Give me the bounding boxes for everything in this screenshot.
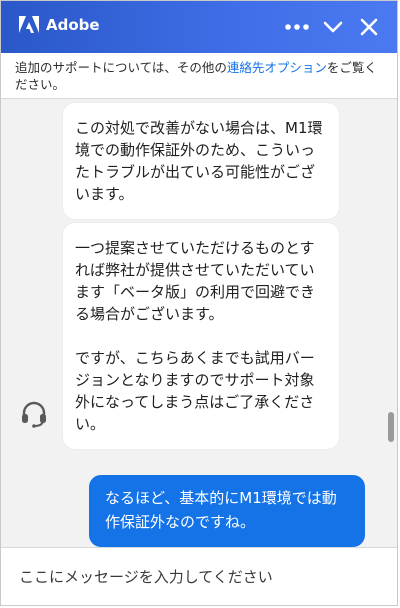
chevron-down-icon: [323, 21, 343, 33]
message-composer: [1, 547, 397, 606]
notice-text-before: 追加のサポートについては、その他の: [15, 60, 227, 75]
message-text: なるほど、基本的にM1環境では動作保証外なのですね。: [105, 489, 337, 531]
message-input[interactable]: [1, 548, 397, 605]
user-message: なるほど、基本的にM1環境では動作保証外なのですね。: [89, 475, 365, 547]
input-focus-line: [143, 605, 383, 606]
adobe-logo-icon: [19, 16, 39, 33]
brand-name: Adobe: [46, 16, 100, 34]
chat-window: Adobe 追加のサポートについては、その他の連絡先オプションをご覧ください。 …: [0, 0, 398, 606]
message-list: この対処で改善がない場合は、M1環境での動作保証外のため、こういったトラブルが出…: [1, 99, 397, 547]
agent-message: この対処で改善がない場合は、M1環境での動作保証外のため、こういったトラブルが出…: [63, 103, 339, 219]
message-text: 一つ提案させていただけるものとすれば弊社が提供させていただいています「ベータ版」…: [75, 239, 316, 323]
scroll-thumb[interactable]: [388, 412, 394, 442]
more-horizontal-icon: [285, 24, 309, 30]
minimize-button[interactable]: [315, 11, 351, 43]
close-button[interactable]: [351, 11, 387, 43]
chat-header: Adobe: [1, 1, 397, 53]
message-text: ですが、こちらあくまでも試用バージョンとなりますのでサポート対象外になってしまう…: [75, 349, 315, 433]
more-options-button[interactable]: [279, 11, 315, 43]
header-actions: [279, 11, 387, 43]
agent-message: 一つ提案させていただけるものとすれば弊社が提供させていただいています「ベータ版」…: [63, 223, 339, 449]
close-icon: [360, 18, 378, 36]
brand: Adobe: [19, 16, 100, 34]
agent-avatar: [19, 399, 49, 429]
headset-icon: [22, 401, 46, 428]
message-scrollbar[interactable]: [386, 99, 396, 547]
support-notice: 追加のサポートについては、その他の連絡先オプションをご覧ください。: [1, 53, 397, 99]
contact-options-link[interactable]: 連絡先オプション: [227, 60, 327, 75]
message-text: この対処で改善がない場合は、M1環境での動作保証外のため、こういったトラブルが出…: [75, 119, 323, 203]
